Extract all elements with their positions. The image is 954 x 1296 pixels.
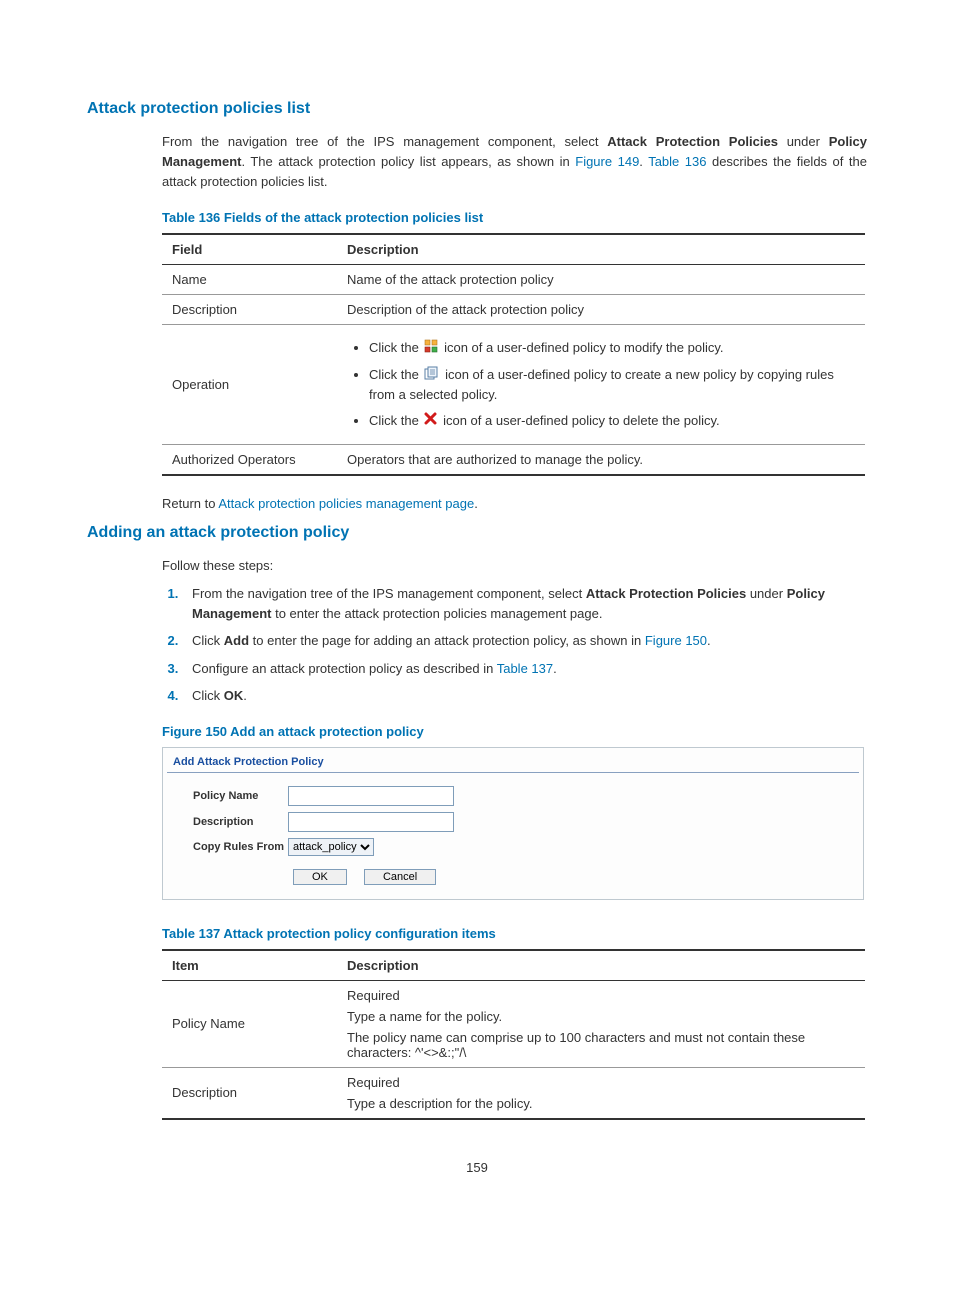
op-bullet-delete: Click the icon of a user-defined policy … <box>369 411 855 431</box>
input-policy-name[interactable] <box>288 786 454 806</box>
table-136: Field Description Name Name of the attac… <box>162 233 865 475</box>
document-page: Attack protection policies list From the… <box>87 0 867 1235</box>
cell-policyname-f: Policy Name <box>162 980 337 1067</box>
step-4: Click OK. <box>182 686 867 706</box>
link-return-mgmt[interactable]: Attack protection policies management pa… <box>218 496 474 511</box>
figure-150-panel: Add Attack Protection Policy Policy Name… <box>162 747 864 900</box>
cell-desc2-f: Description <box>162 1067 337 1119</box>
op-bullet-modify: Click the icon of a user-defined policy … <box>369 338 855 358</box>
cell-policyname-d: Required Type a name for the policy. The… <box>337 980 865 1067</box>
cell-desc2-d: Required Type a description for the poli… <box>337 1067 865 1119</box>
link-table-137[interactable]: Table 137 <box>497 661 553 676</box>
para-return: Return to Attack protection policies man… <box>162 494 867 514</box>
para-intro-1: From the navigation tree of the IPS mana… <box>162 132 867 192</box>
link-table-136[interactable]: Table 136 <box>648 154 706 169</box>
step-3: Configure an attack protection policy as… <box>182 659 867 679</box>
th-field: Field <box>162 234 337 265</box>
heading-attack-list: Attack protection policies list <box>87 100 867 118</box>
cell-op-f: Operation <box>162 325 337 444</box>
input-description[interactable] <box>288 812 454 832</box>
page-number: 159 <box>87 1160 867 1175</box>
delete-icon <box>424 411 437 431</box>
cell-name-d: Name of the attack protection policy <box>337 265 865 295</box>
th-description: Description <box>337 234 865 265</box>
cell-desc-f: Description <box>162 295 337 325</box>
th-item: Item <box>162 950 337 981</box>
table-137: Item Description Policy Name Required Ty… <box>162 949 865 1120</box>
caption-table-137: Table 137 Attack protection policy confi… <box>162 926 867 941</box>
cell-desc-d: Description of the attack protection pol… <box>337 295 865 325</box>
cell-op-d: Click the icon of a user-defined policy … <box>337 325 865 444</box>
caption-figure-150: Figure 150 Add an attack protection poli… <box>162 724 867 739</box>
step-1: From the navigation tree of the IPS mana… <box>182 584 867 623</box>
modify-icon <box>424 339 438 359</box>
ok-button[interactable]: OK <box>293 869 347 885</box>
link-figure-150[interactable]: Figure 150 <box>645 633 707 648</box>
cell-auth-d: Operators that are authorized to manage … <box>337 444 865 475</box>
label-copy-rules: Copy Rules From <box>193 841 288 853</box>
figure-150-header: Add Attack Protection Policy <box>167 748 859 773</box>
label-policy-name: Policy Name <box>193 790 288 802</box>
label-description: Description <box>193 816 288 828</box>
th-desc: Description <box>337 950 865 981</box>
copy-icon <box>424 366 439 386</box>
op-bullet-copy: Click the icon of a user-defined policy … <box>369 365 855 405</box>
para-follow: Follow these steps: <box>162 556 867 576</box>
cancel-button[interactable]: Cancel <box>364 869 436 885</box>
step-2: Click Add to enter the page for adding a… <box>182 631 867 651</box>
heading-adding: Adding an attack protection policy <box>87 524 867 542</box>
steps-list: From the navigation tree of the IPS mana… <box>162 584 867 706</box>
select-copy-rules[interactable]: attack_policy <box>288 838 374 856</box>
caption-table-136: Table 136 Fields of the attack protectio… <box>162 210 867 225</box>
link-figure-149[interactable]: Figure 149 <box>575 154 639 169</box>
cell-auth-f: Authorized Operators <box>162 444 337 475</box>
cell-name-f: Name <box>162 265 337 295</box>
